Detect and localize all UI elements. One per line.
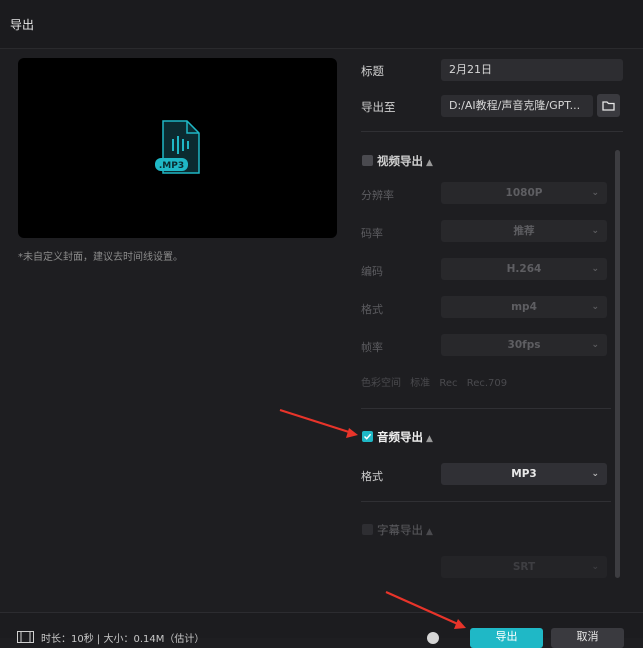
cancel-button[interactable]: 取消 xyxy=(551,628,624,648)
info-icon[interactable] xyxy=(427,632,439,644)
export-button[interactable]: 导出 xyxy=(470,628,543,648)
collapse-caret-icon: ▲ xyxy=(426,158,433,168)
video-format-label: 格式 xyxy=(361,303,383,316)
title-label: 标题 xyxy=(361,64,384,78)
collapse-caret-icon: ▲ xyxy=(426,527,433,537)
color-space-hints: 色彩空间 标准 Rec Rec.709 xyxy=(361,374,507,389)
framerate-select[interactable]: 30fps ⌄ xyxy=(441,334,607,356)
divider xyxy=(361,131,623,132)
audio-export-label: 音频导出 xyxy=(377,430,423,444)
codec-label: 编码 xyxy=(361,265,383,278)
divider xyxy=(361,501,611,502)
hint-item: 色彩空间 xyxy=(361,378,401,389)
subtitle-format-value: SRT xyxy=(512,561,536,573)
folder-icon xyxy=(602,101,615,111)
framerate-label: 帧率 xyxy=(361,341,383,354)
annotation-arrowhead xyxy=(346,428,358,438)
duration-size-info: 时长：10秒 | 大小：0.14M（估计） xyxy=(41,634,205,645)
file-badge: .MP3 xyxy=(159,161,184,171)
audio-format-value: MP3 xyxy=(511,468,537,480)
browse-folder-button[interactable] xyxy=(597,94,620,117)
video-format-select[interactable]: mp4 ⌄ xyxy=(441,296,607,318)
video-export-label: 视频导出 xyxy=(377,154,423,168)
collapse-caret-icon: ▲ xyxy=(426,434,433,444)
chevron-down-icon: ⌄ xyxy=(591,264,599,274)
path-label: 导出至 xyxy=(361,100,396,114)
bitrate-label: 码率 xyxy=(361,227,383,240)
chevron-down-icon: ⌄ xyxy=(591,562,599,572)
settings-scrollbar[interactable] xyxy=(615,150,620,578)
chevron-down-icon: ⌄ xyxy=(591,226,599,236)
mp3-file-icon: .MP3 xyxy=(155,120,200,174)
resolution-select[interactable]: 1080P ⌄ xyxy=(441,182,607,204)
divider xyxy=(361,408,611,409)
film-icon xyxy=(17,631,34,643)
video-export-header[interactable]: 视频导出 ▲ xyxy=(377,153,433,169)
subtitle-export-label: 字幕导出 xyxy=(377,523,423,537)
path-input[interactable]: D:/AI教程/声音克隆/GPT... xyxy=(441,95,593,117)
chevron-down-icon: ⌄ xyxy=(591,302,599,312)
audio-export-header[interactable]: 音频导出 ▲ xyxy=(377,429,433,445)
checkmark-icon xyxy=(363,433,372,440)
export-preview: .MP3 xyxy=(18,58,337,238)
chevron-down-icon: ⌄ xyxy=(591,469,599,479)
chevron-down-icon: ⌄ xyxy=(591,340,599,350)
framerate-value: 30fps xyxy=(507,339,541,351)
annotation-arrow xyxy=(279,408,353,435)
video-format-value: mp4 xyxy=(511,301,537,313)
audio-format-label: 格式 xyxy=(361,470,383,483)
chevron-down-icon: ⌄ xyxy=(591,188,599,198)
bitrate-value: 推荐 xyxy=(513,225,535,237)
subtitle-format-select[interactable]: SRT ⌄ xyxy=(441,556,607,578)
cover-note: *未自定义封面，建议去时间线设置。 xyxy=(18,252,183,263)
title-input[interactable]: 2月21日 xyxy=(441,59,623,81)
codec-value: H.264 xyxy=(506,263,542,275)
dialog-titlebar: 导出 xyxy=(0,0,643,49)
bitrate-select[interactable]: 推荐 ⌄ xyxy=(441,220,607,242)
codec-select[interactable]: H.264 ⌄ xyxy=(441,258,607,280)
resolution-label: 分辨率 xyxy=(361,189,394,202)
video-export-checkbox[interactable] xyxy=(362,155,373,166)
subtitle-export-header[interactable]: 字幕导出 ▲ xyxy=(377,522,433,538)
hint-item: Rec.709 xyxy=(466,378,508,389)
dialog-title: 导出 xyxy=(10,18,35,32)
hint-item: 标准 Rec xyxy=(410,378,458,389)
audio-format-select[interactable]: MP3 ⌄ xyxy=(441,463,607,485)
subtitle-export-checkbox[interactable] xyxy=(362,524,373,535)
audio-export-checkbox[interactable] xyxy=(362,431,373,442)
resolution-value: 1080P xyxy=(505,187,543,199)
